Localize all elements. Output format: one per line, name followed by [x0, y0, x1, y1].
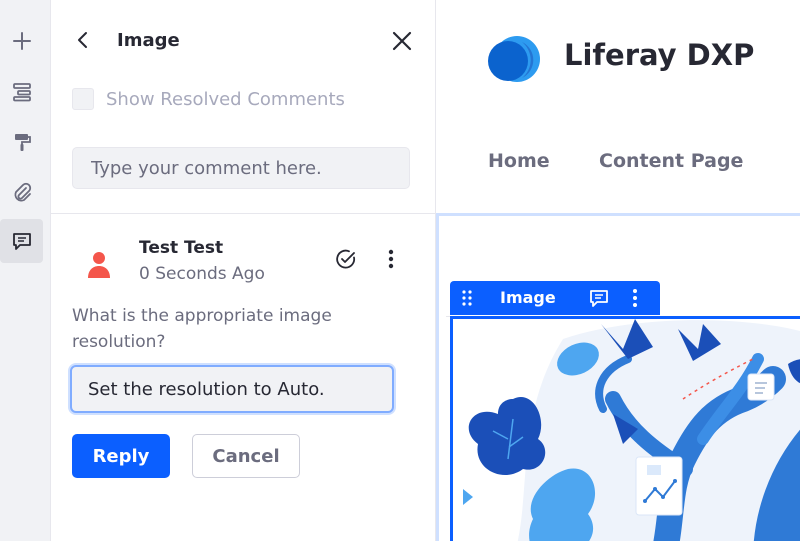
fragment-options-icon[interactable]	[630, 288, 640, 308]
comment-author: Test Test	[139, 238, 224, 258]
sidebar-rail	[0, 0, 51, 541]
reply-input[interactable]	[70, 365, 394, 413]
reply-button[interactable]: Reply	[72, 434, 170, 478]
add-icon	[12, 32, 31, 50]
panel-title: Image	[117, 30, 180, 51]
page-structure-icon	[12, 83, 31, 102]
ellipsis-vertical-icon	[388, 249, 394, 269]
show-resolved-checkbox[interactable]	[72, 88, 94, 110]
page-structure-button[interactable]	[0, 70, 43, 114]
nav-link-home[interactable]: Home	[488, 150, 550, 172]
user-avatar-icon	[88, 252, 110, 278]
divider	[51, 213, 435, 214]
comment-timestamp: 0 Seconds Ago	[139, 264, 265, 284]
attachments-button[interactable]	[0, 170, 43, 214]
fragment-topper[interactable]: Image	[450, 281, 660, 315]
image-fragment[interactable]	[450, 316, 800, 541]
show-resolved-toggle[interactable]: Show Resolved Comments	[72, 88, 345, 110]
site-name: Liferay DXP	[564, 38, 755, 72]
nav-link-content-page[interactable]: Content Page	[599, 150, 743, 172]
back-button[interactable]	[71, 26, 95, 54]
page-preview: Liferay DXP Home Content Page Image	[436, 0, 800, 541]
chevron-left-icon	[78, 32, 87, 48]
comment-icon[interactable]	[588, 288, 610, 308]
add-button[interactable]	[0, 19, 43, 63]
comment-body: What is the appropriate image resolution…	[72, 306, 332, 352]
liferay-logo-icon	[488, 36, 540, 82]
comment-options-button[interactable]	[379, 246, 403, 272]
resolve-button[interactable]	[333, 246, 359, 272]
paint-brush-icon	[14, 134, 31, 151]
comments-panel: Image Show Resolved Comments Test Test 0…	[51, 0, 436, 541]
comments-icon	[12, 233, 31, 250]
cancel-button[interactable]: Cancel	[192, 434, 300, 478]
check-circle-icon	[336, 249, 356, 269]
new-comment-input[interactable]	[72, 147, 410, 189]
header-separator	[436, 213, 800, 216]
show-resolved-label: Show Resolved Comments	[106, 88, 345, 110]
illustration-image	[453, 319, 800, 541]
close-icon	[392, 31, 412, 51]
container-outline	[436, 216, 439, 541]
drag-handle-icon[interactable]	[460, 289, 474, 307]
comments-button[interactable]	[0, 219, 43, 263]
panel-header: Image	[51, 20, 435, 64]
paperclip-icon	[14, 182, 31, 202]
look-and-feel-button[interactable]	[0, 120, 43, 164]
fragment-label: Image	[500, 288, 556, 307]
close-button[interactable]	[387, 26, 417, 56]
